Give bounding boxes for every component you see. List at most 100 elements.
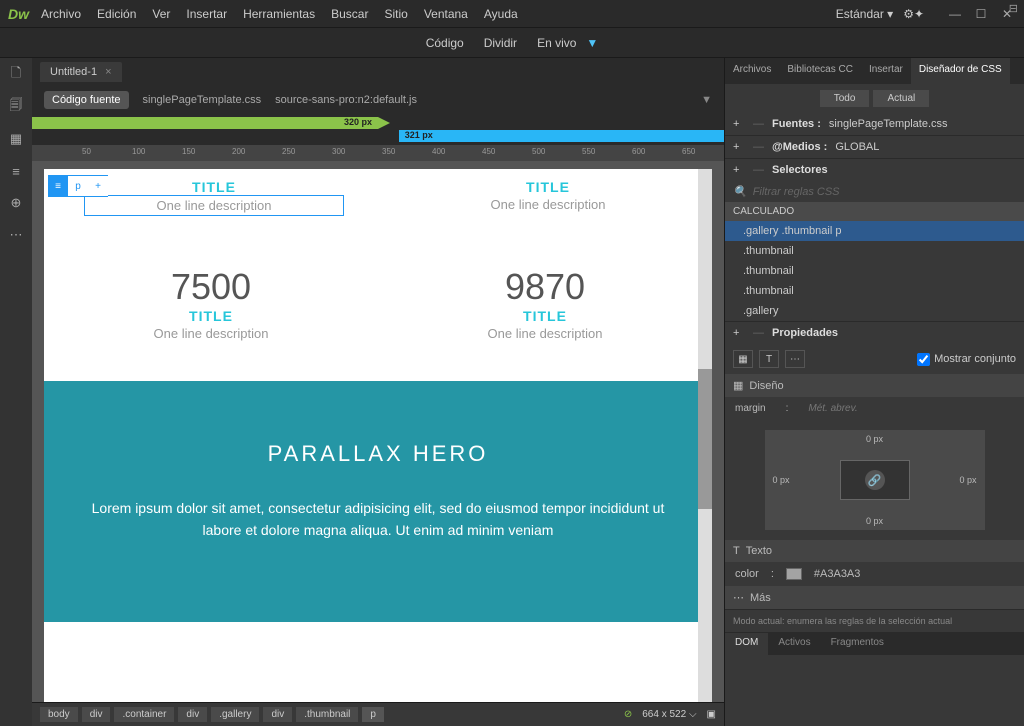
- status-ok-icon[interactable]: ⊘: [624, 709, 632, 720]
- selector-item[interactable]: .thumbnail: [725, 281, 1024, 301]
- menu-edicion[interactable]: Edición: [97, 7, 136, 21]
- search-icon: 🔍: [733, 185, 747, 198]
- tab-archivos[interactable]: Archivos: [725, 58, 779, 84]
- layout-category-header[interactable]: ▦ Diseño: [725, 374, 1024, 397]
- view-split[interactable]: Dividir: [484, 36, 517, 50]
- properties-header[interactable]: + — Propiedades: [725, 322, 1024, 344]
- thumbnail-block[interactable]: TITLE One line description: [424, 179, 672, 216]
- color-label: color: [735, 568, 759, 580]
- device-preview-icon[interactable]: ▣: [707, 709, 716, 720]
- menu-ver[interactable]: Ver: [152, 7, 170, 21]
- more-tools-icon[interactable]: ⋯: [7, 226, 25, 244]
- manage-icon[interactable]: 🗐: [7, 98, 25, 116]
- layout-icon[interactable]: ≡: [7, 162, 25, 180]
- view-live[interactable]: En vivo ▼: [537, 36, 598, 50]
- menu-ventana[interactable]: Ventana: [424, 7, 468, 21]
- tab-activos[interactable]: Activos: [768, 633, 820, 655]
- target-icon[interactable]: ⊕: [7, 194, 25, 212]
- sync-icon[interactable]: ⚙✦: [903, 7, 924, 21]
- selector-item[interactable]: .gallery: [725, 301, 1024, 321]
- menu-ayuda[interactable]: Ayuda: [484, 7, 518, 21]
- add-property-icon[interactable]: +: [733, 327, 745, 339]
- overlay-menu-icon[interactable]: ≡: [48, 176, 68, 196]
- live-canvas[interactable]: ≡ p + TITLE One line description TITLE O…: [44, 169, 712, 702]
- stat-block[interactable]: 9870 TITLE One line description: [418, 236, 672, 341]
- stat-desc: One line description: [84, 326, 338, 341]
- scope-todo[interactable]: Todo: [820, 90, 870, 107]
- media-query-blue[interactable]: 321 px: [399, 130, 724, 142]
- add-source-icon[interactable]: +: [733, 118, 745, 130]
- mq-green-label: 320 px: [344, 117, 372, 127]
- selector-item[interactable]: .thumbnail: [725, 241, 1024, 261]
- menu-sitio[interactable]: Sitio: [384, 7, 407, 21]
- selectors-label: Selectores: [772, 164, 828, 176]
- scrollbar-thumb[interactable]: [698, 369, 712, 509]
- parallax-hero[interactable]: PARALLAX HERO Lorem ipsum dolor sit amet…: [44, 381, 712, 622]
- viewport-size[interactable]: 664 x 522 ⌵: [642, 709, 696, 720]
- tab-bibliotecas[interactable]: Bibliotecas CC: [779, 58, 861, 84]
- margin-right-val[interactable]: 0 px: [959, 475, 976, 485]
- scrollbar[interactable]: [698, 169, 712, 702]
- menu-herramientas[interactable]: Herramientas: [243, 7, 315, 21]
- link-icon[interactable]: 🔗: [865, 470, 885, 490]
- show-set-input[interactable]: [917, 353, 930, 366]
- stat-block[interactable]: 7500 TITLE One line description: [84, 236, 338, 341]
- document-tab[interactable]: Untitled-1 ×: [40, 62, 122, 82]
- crumb-thumbnail[interactable]: .thumbnail: [296, 707, 358, 722]
- crumb-gallery[interactable]: .gallery: [211, 707, 259, 722]
- crumb-div[interactable]: div: [82, 707, 111, 722]
- layout-cat-icon[interactable]: ▦: [733, 350, 753, 368]
- margin-left-val[interactable]: 0 px: [773, 475, 790, 485]
- margin-bottom-val[interactable]: 0 px: [866, 516, 883, 526]
- selectors-header[interactable]: + — Selectores: [725, 159, 1024, 181]
- workspace-switcher[interactable]: Estándar ▾: [836, 7, 893, 21]
- related-file-js[interactable]: source-sans-pro:n2:default.js: [275, 94, 417, 106]
- menu-buscar[interactable]: Buscar: [331, 7, 368, 21]
- tab-css-designer[interactable]: Diseñador de CSS: [911, 58, 1010, 84]
- text-category-header[interactable]: T Texto: [725, 540, 1024, 562]
- related-file-css[interactable]: singlePageTemplate.css: [143, 94, 262, 106]
- crumb-p[interactable]: p: [362, 707, 384, 722]
- color-property-row[interactable]: color : #A3A3A3: [725, 562, 1024, 586]
- tab-dom[interactable]: DOM: [725, 633, 768, 655]
- view-code[interactable]: Código: [426, 36, 464, 50]
- thumbnail-block[interactable]: TITLE One line description: [84, 179, 344, 216]
- selector-item[interactable]: .gallery .thumbnail p: [725, 221, 1024, 241]
- add-media-icon[interactable]: +: [733, 141, 745, 153]
- media-header[interactable]: + — @Medios : GLOBAL: [725, 136, 1024, 158]
- filter-selectors[interactable]: 🔍 Filtrar reglas CSS: [725, 181, 1024, 202]
- tab-insertar[interactable]: Insertar: [861, 58, 911, 84]
- add-selector-icon[interactable]: +: [733, 164, 745, 176]
- more-cat-icon[interactable]: ⋯: [785, 350, 805, 368]
- text-cat-icon[interactable]: T: [759, 350, 779, 368]
- maximize-button[interactable]: ☐: [972, 7, 990, 21]
- filter-icon[interactable]: ▼: [701, 94, 712, 106]
- file-icon[interactable]: 🗋: [7, 66, 25, 84]
- color-value[interactable]: #A3A3A3: [814, 568, 860, 580]
- media-query-green[interactable]: 320 px: [32, 117, 378, 129]
- crumb-div[interactable]: div: [178, 707, 207, 722]
- box-model-widget[interactable]: 0 px 0 px 0 px 0 px 🔗: [725, 420, 1024, 540]
- scope-actual[interactable]: Actual: [873, 90, 929, 107]
- tab-fragmentos[interactable]: Fragmentos: [821, 633, 894, 655]
- margin-top-val[interactable]: 0 px: [866, 434, 883, 444]
- source-code-tab[interactable]: Código fuente: [44, 91, 129, 109]
- minimize-button[interactable]: —: [946, 7, 964, 21]
- menu-archivo[interactable]: Archivo: [41, 7, 81, 21]
- dom-icon[interactable]: ▦: [7, 130, 25, 148]
- show-set-checkbox[interactable]: Mostrar conjunto: [917, 353, 1016, 366]
- collapse-icon[interactable]: ⊟: [1009, 2, 1018, 15]
- selector-item[interactable]: .thumbnail: [725, 261, 1024, 281]
- close-doc-icon[interactable]: ×: [105, 66, 111, 78]
- overlay-add-icon[interactable]: +: [88, 176, 108, 196]
- menu-insertar[interactable]: Insertar: [186, 7, 227, 21]
- overlay-p-tag[interactable]: p: [68, 176, 88, 196]
- crumb-container[interactable]: .container: [114, 707, 174, 722]
- app-logo: Dw: [8, 6, 29, 22]
- crumb-div[interactable]: div: [263, 707, 292, 722]
- more-category-header[interactable]: ⋯ Más: [725, 586, 1024, 609]
- sources-header[interactable]: + — Fuentes : singlePageTemplate.css: [725, 113, 1024, 135]
- crumb-body[interactable]: body: [40, 707, 78, 722]
- color-swatch[interactable]: [786, 568, 802, 580]
- margin-property-row[interactable]: margin : Mét. abrev.: [725, 397, 1024, 420]
